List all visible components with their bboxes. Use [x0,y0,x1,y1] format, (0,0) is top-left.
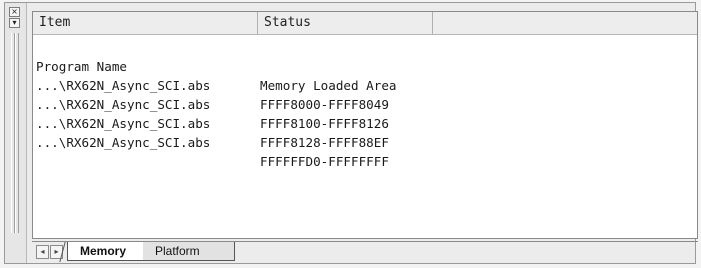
tab-platform[interactable]: Platform [143,242,235,261]
list-item[interactable]: Program Name Memory Loaded Area [36,38,697,93]
memory-list: Item Status Program Name Memory Loaded A… [32,11,698,239]
column-header-empty[interactable] [433,12,697,34]
status-cell: FFFF8128-FFFF88EF [260,135,389,150]
list-body: Program Name Memory Loaded Area ...\RX62… [36,38,697,169]
list-item[interactable]: ...\RX62N_Async_SCI.abs FFFF8128-FFFF88E… [36,95,697,150]
tab-bar: ◂ ▸ Memory Platform [32,241,698,263]
output-window: × ▾ Item Status Program Name Memory Load… [4,2,698,264]
item-cell: ...\RX62N_Async_SCI.abs [36,135,211,150]
close-icon[interactable]: × [9,7,20,17]
tab-memory[interactable]: Memory [67,242,143,261]
status-cell: FFFFFFD0-FFFFFFFF [260,154,389,169]
column-header-status[interactable]: Status [258,12,433,34]
column-header-item[interactable]: Item [33,12,258,34]
column-header: Item Status [33,12,697,35]
window-gripper[interactable]: × ▾ [5,3,27,263]
list-item[interactable]: ...\RX62N_Async_SCI.abs FFFFFFD0-FFFFFFF… [36,114,697,169]
pin-icon[interactable]: ▾ [9,18,20,28]
tab-prev-icon[interactable]: ◂ [36,245,49,259]
gripper-bar [15,33,19,233]
list-item[interactable]: ...\RX62N_Async_SCI.abs FFFF8100-FFFF812… [36,76,697,131]
list-item[interactable]: ...\RX62N_Async_SCI.abs FFFF8000-FFFF804… [36,57,697,112]
